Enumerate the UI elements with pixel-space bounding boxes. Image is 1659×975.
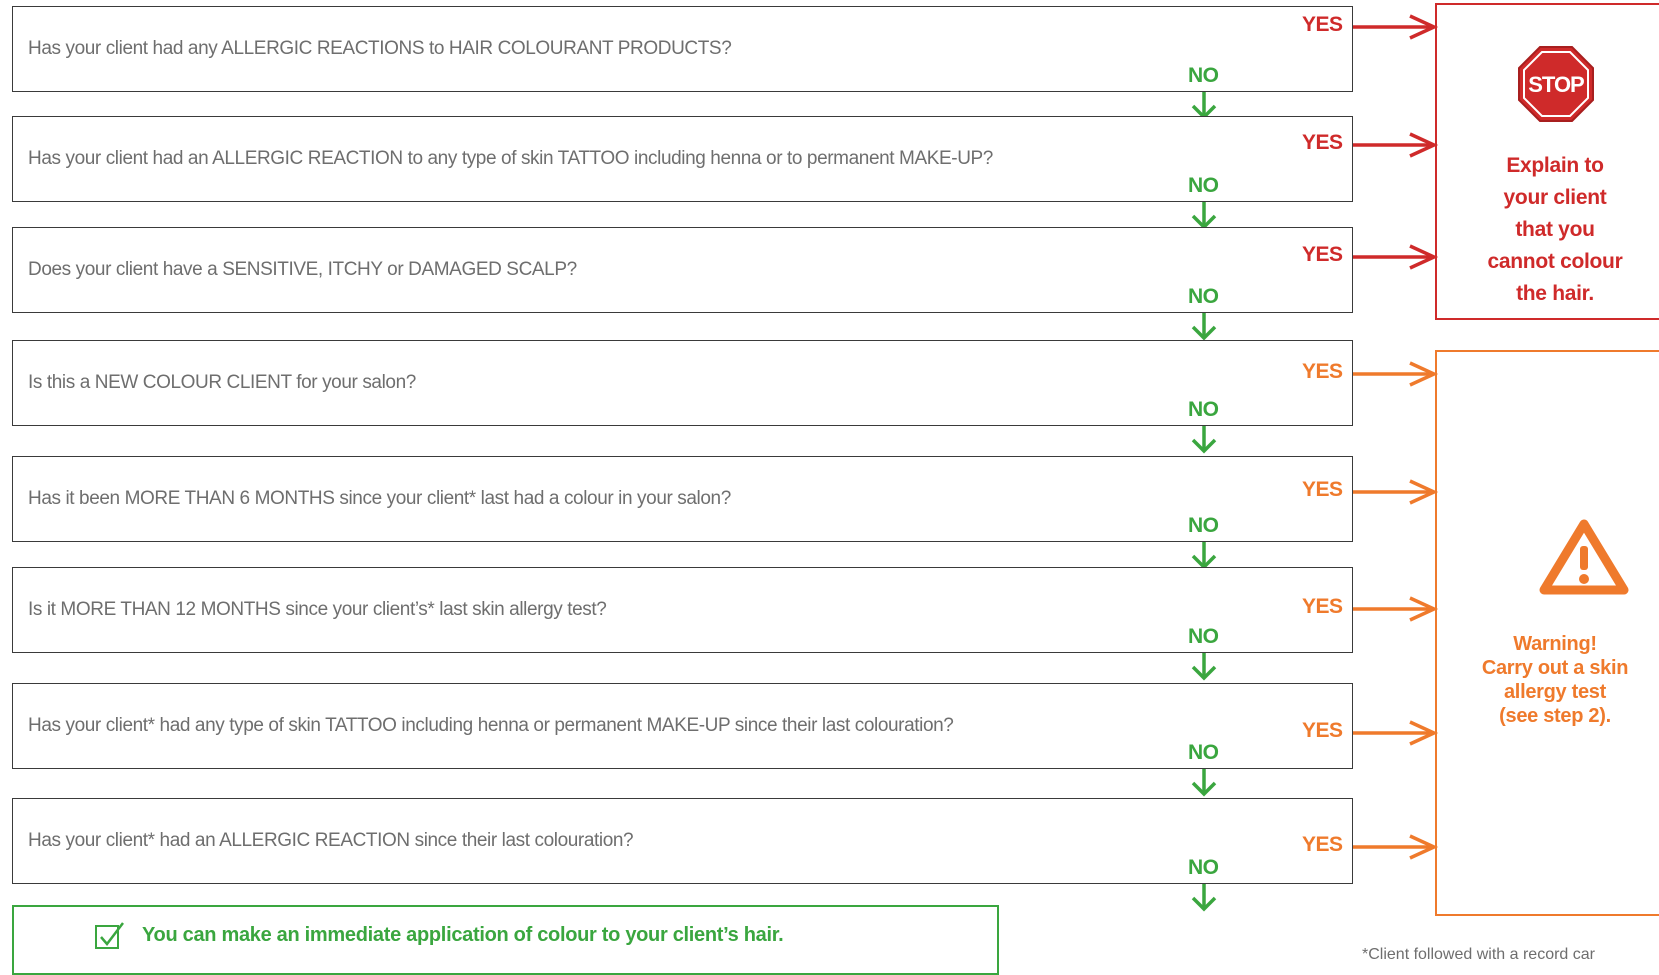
proceed-message: You can make an immediate application of… <box>142 924 784 946</box>
question-text: Is it MORE THAN 12 MONTHS since your cli… <box>28 599 607 620</box>
question-box: Has your client* had any type of skin TA… <box>12 683 1353 769</box>
question-box: Has your client had an ALLERGIC REACTION… <box>12 116 1353 202</box>
warning-triangle-icon <box>1539 519 1629 595</box>
stop-message-line: your client <box>1503 186 1607 209</box>
footnote: *Client followed with a record car <box>1362 946 1595 963</box>
question-text: Is this a NEW COLOUR CLIENT for your sal… <box>28 372 416 393</box>
checkbox-checked-icon <box>95 922 124 949</box>
stop-sign-label: STOP <box>1528 72 1584 97</box>
question-box: Is it MORE THAN 12 MONTHS since your cli… <box>12 567 1353 653</box>
stop-message-line: Explain to <box>1506 154 1604 177</box>
question-box: Has your client had any ALLERGIC REACTIO… <box>12 6 1353 92</box>
question-text: Has your client had any ALLERGIC REACTIO… <box>28 38 732 59</box>
no-label: NO <box>1188 625 1219 648</box>
yes-label: YES <box>1302 478 1343 501</box>
yes-label: YES <box>1302 360 1343 383</box>
stop-sign-icon: STOP <box>1518 46 1594 122</box>
warning-message-line: allergy test <box>1503 681 1606 703</box>
allergy-flowchart: STOP Explain to your client that you can… <box>0 0 1659 975</box>
question-box: Has your client* had an ALLERGIC REACTIO… <box>12 798 1353 884</box>
question-text: Has your client had an ALLERGIC REACTION… <box>28 148 993 169</box>
no-label: NO <box>1188 398 1219 421</box>
no-label: NO <box>1188 856 1219 879</box>
warning-message: Warning! Carry out a skin allergy test (… <box>1450 632 1659 728</box>
no-label: NO <box>1188 64 1219 87</box>
question-text: Has your client* had any type of skin TA… <box>28 715 954 736</box>
question-text: Does your client have a SENSITIVE, ITCHY… <box>28 259 577 280</box>
question-box: Is this a NEW COLOUR CLIENT for your sal… <box>12 340 1353 426</box>
warning-message-line: (see step 2). <box>1499 705 1611 727</box>
question-text: Has it been MORE THAN 6 MONTHS since you… <box>28 488 731 509</box>
yes-label: YES <box>1302 131 1343 154</box>
yes-label: YES <box>1302 719 1343 742</box>
no-label: NO <box>1188 174 1219 197</box>
question-box: Has it been MORE THAN 6 MONTHS since you… <box>12 456 1353 542</box>
yes-label: YES <box>1302 595 1343 618</box>
question-box: Does your client have a SENSITIVE, ITCHY… <box>12 227 1353 313</box>
question-text: Has your client* had an ALLERGIC REACTIO… <box>28 830 634 851</box>
warning-message-line: Carry out a skin <box>1481 657 1629 679</box>
yes-label: YES <box>1302 833 1343 856</box>
no-label: NO <box>1188 285 1219 308</box>
warning-message-line: Warning! <box>1513 633 1597 655</box>
yes-label: YES <box>1302 243 1343 266</box>
stop-message-line: cannot colour <box>1487 250 1623 273</box>
stop-message-line: the hair. <box>1516 282 1594 305</box>
stop-message-line: that you <box>1515 218 1595 241</box>
yes-label: YES <box>1302 13 1343 36</box>
no-label: NO <box>1188 514 1219 537</box>
no-label: NO <box>1188 741 1219 764</box>
stop-message: Explain to your client that you cannot c… <box>1450 150 1659 310</box>
